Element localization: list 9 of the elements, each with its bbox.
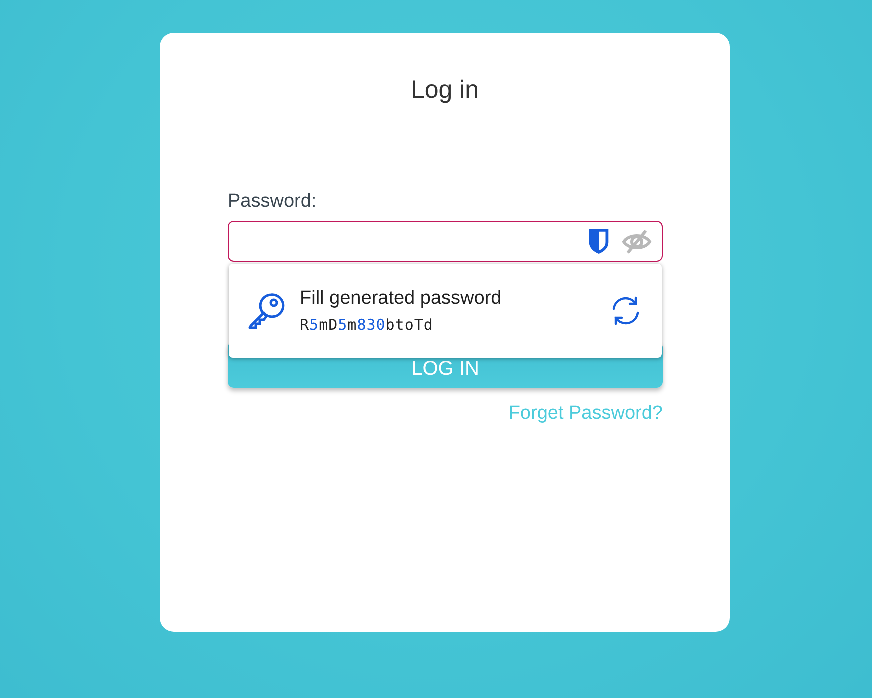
generated-password: R5mD5m830btoTd — [300, 316, 434, 334]
forgot-password-link[interactable]: Forget Password? — [508, 403, 663, 425]
popup-title[interactable]: Fill generated password — [300, 288, 502, 310]
password-label: Password: — [228, 191, 317, 213]
card-title: Log in — [410, 75, 480, 105]
shield-icon[interactable] — [588, 228, 610, 255]
key-icon — [247, 292, 285, 330]
password-field[interactable] — [228, 221, 663, 262]
refresh-icon[interactable] — [610, 295, 642, 327]
